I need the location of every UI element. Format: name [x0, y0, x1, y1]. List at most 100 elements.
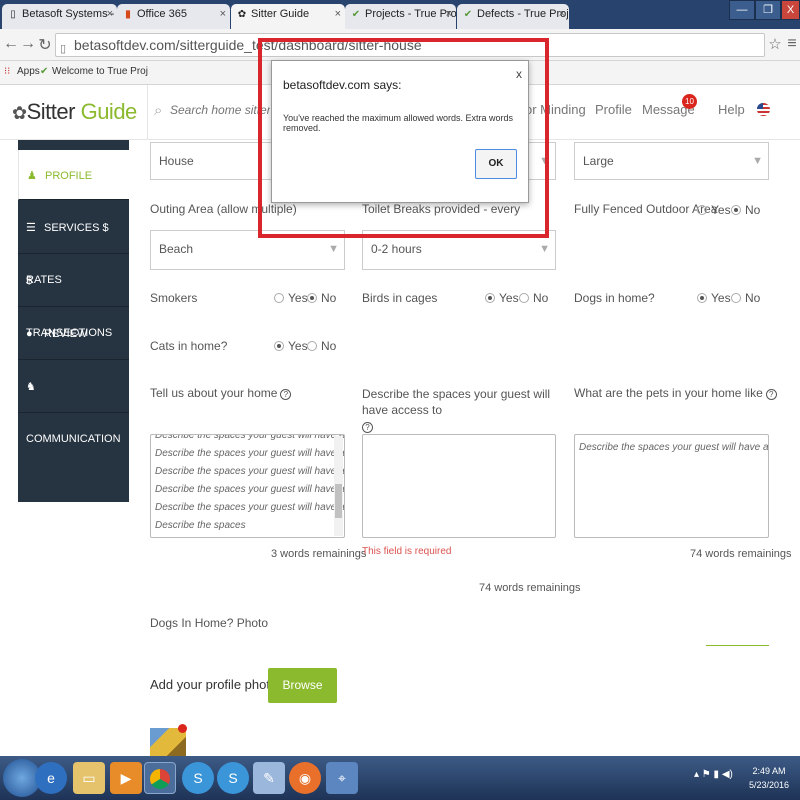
radio-circle	[485, 293, 495, 303]
ok-button[interactable]: OK	[475, 149, 517, 179]
tab-projects[interactable]: ✔ Projects - True Projects 1.6 ×	[345, 4, 456, 29]
smokers-label: Smokers	[150, 291, 198, 305]
birds-label: Birds in cages	[362, 291, 438, 305]
pets-textarea[interactable]: Describe the spaces your guest will have…	[574, 434, 769, 538]
textarea-line: Describe the spaces your guest will have…	[155, 484, 344, 495]
network-icon[interactable]: ⌖	[326, 762, 358, 794]
tab-label: Defects - True Projects 1.6	[477, 8, 569, 20]
list-icon: ☰	[26, 222, 36, 234]
textarea-line: Describe the spaces your guest will have…	[155, 448, 344, 459]
tab-office-365[interactable]: ▮ Office 365 ×	[117, 4, 230, 29]
people-icon: ♞	[26, 381, 36, 393]
firefox-icon[interactable]: ◉	[289, 762, 321, 794]
radio-label: No	[745, 291, 761, 305]
select-value: Beach	[159, 242, 194, 256]
bookmark-apps[interactable]: Apps	[17, 61, 40, 83]
chrome-icon[interactable]	[144, 762, 176, 794]
dialog-close-icon[interactable]: x	[516, 67, 522, 81]
message-count-badge: 10	[682, 94, 697, 109]
back-arrow-icon[interactable]: ←	[3, 35, 19, 53]
scrollbar[interactable]	[334, 436, 343, 536]
smokers-no-radio[interactable]: No	[307, 291, 336, 305]
about-home-textarea[interactable]: Describe the spaces your guest will have…	[150, 434, 345, 538]
media-player-icon[interactable]: ▶	[110, 762, 142, 794]
tab-betasoft-hrms[interactable]: ▯ Betasoft Systems - HRMS ×	[2, 4, 117, 29]
sidebar-item-communication[interactable]: ♞ COMMUNICATION	[18, 361, 129, 445]
dogs-yes-radio[interactable]: Yes	[697, 291, 731, 305]
radio-label: No	[745, 203, 761, 217]
tab-close-icon[interactable]: ×	[446, 4, 452, 25]
us-flag-icon[interactable]	[757, 103, 770, 116]
menu-icon[interactable]: ≡	[784, 35, 800, 53]
dialog-message: You've reached the maximum allowed words…	[283, 113, 513, 133]
forward-arrow-icon[interactable]: →	[20, 35, 36, 53]
radio-circle	[697, 293, 707, 303]
textarea-placeholder: Describe the spaces your guest will have…	[579, 442, 769, 453]
tab-sitter-guide[interactable]: ✿ Sitter Guide ×	[231, 4, 345, 29]
radio-circle	[307, 341, 317, 351]
profile-photo-label: Add your profile photo	[150, 677, 278, 692]
help-icon[interactable]: ?	[362, 422, 373, 433]
browse-photo-button[interactable]: Browse Photo	[268, 668, 337, 727]
home-size-select[interactable]: Large ▼	[574, 142, 769, 180]
reload-icon[interactable]: ↻	[37, 35, 53, 55]
scrollbar-thumb[interactable]	[335, 484, 342, 518]
green-underline	[706, 645, 769, 646]
dogs-photo-label: Dogs In Home? Photo	[150, 616, 269, 630]
dogs-no-radio[interactable]: No	[731, 291, 760, 305]
tab-close-icon[interactable]: ×	[335, 4, 341, 25]
tab-close-icon[interactable]: ×	[220, 4, 226, 25]
skype-icon-2[interactable]: S	[217, 762, 249, 794]
apps-grid-icon: ⁝⁝	[4, 66, 11, 77]
tab-defects[interactable]: ✔ Defects - True Projects 1.6 ×	[457, 4, 569, 29]
nav-profile[interactable]: Profile	[595, 102, 632, 117]
tab-close-icon[interactable]: ×	[559, 4, 565, 25]
ie-icon[interactable]: e	[35, 762, 67, 794]
minimize-button[interactable]: —	[729, 0, 755, 20]
about-home-word-count: 3 words remainings	[271, 548, 367, 560]
logo-text-guide: Guide	[80, 99, 138, 124]
smokers-yes-radio[interactable]: Yes	[274, 291, 308, 305]
skype-icon[interactable]: S	[182, 762, 214, 794]
document-icon: ▯	[10, 9, 16, 20]
fenced-yes-radio[interactable]: Yes	[697, 203, 731, 217]
folder-icon[interactable]: ▭	[73, 762, 105, 794]
tab-close-icon[interactable]: ×	[107, 4, 113, 25]
clock[interactable]: 2:49 AM 5/23/2016	[748, 764, 790, 792]
sidebar-item-label: REVIEW	[44, 328, 88, 340]
site-logo[interactable]: ✿Sitter Guide	[12, 99, 137, 125]
paint-icon[interactable]: ✎	[253, 762, 285, 794]
sidebar-item-services-rates[interactable]: ☰ SERVICES $ RATES	[18, 202, 129, 286]
restore-button[interactable]: ❐	[755, 0, 781, 20]
sidebar-item-label: COMMUNICATION	[26, 433, 121, 445]
spaces-textarea[interactable]	[362, 434, 556, 538]
textarea-line: Describe the spaces your guest will have…	[155, 502, 344, 513]
star-icon[interactable]: ☆	[767, 35, 783, 53]
fenced-no-radio[interactable]: No	[731, 203, 760, 217]
dogs-label: Dogs in home?	[574, 291, 655, 305]
sidebar-item-profile[interactable]: ♟ PROFILE	[18, 150, 129, 200]
spaces-word-count: 74 words remainings	[479, 582, 581, 594]
radio-label: Yes	[499, 291, 519, 305]
pets-word-count: 74 words remainings	[690, 548, 792, 560]
remove-photo-icon[interactable]	[178, 724, 187, 733]
browser-tab-strip: ▯ Betasoft Systems - HRMS × ▮ Office 365…	[0, 0, 800, 29]
comment-icon: ●	[26, 328, 33, 340]
person-icon: ♟	[27, 170, 37, 182]
birds-no-radio[interactable]: No	[519, 291, 548, 305]
tab-label: Office 365	[137, 8, 187, 20]
search-input[interactable]	[170, 103, 270, 117]
sidebar-item-transections[interactable]: $TRANSECTIONS	[18, 255, 129, 339]
radio-circle	[274, 341, 284, 351]
birds-yes-radio[interactable]: Yes	[485, 291, 519, 305]
nav-help[interactable]: Help	[718, 102, 745, 117]
cats-yes-radio[interactable]: Yes	[274, 339, 308, 353]
system-tray[interactable]: ▴ ⚑ ▮ ◀)	[694, 769, 733, 780]
help-icon[interactable]: ?	[765, 389, 777, 400]
cats-no-radio[interactable]: No	[307, 339, 336, 353]
window-close-button[interactable]: X	[781, 0, 800, 20]
sidebar-item-review[interactable]: ● REVIEW	[18, 308, 129, 360]
help-icon[interactable]: ?	[280, 389, 292, 400]
tab-label: Sitter Guide	[251, 8, 310, 20]
bookmark-true-projects[interactable]: Welcome to True Proj	[52, 61, 148, 83]
